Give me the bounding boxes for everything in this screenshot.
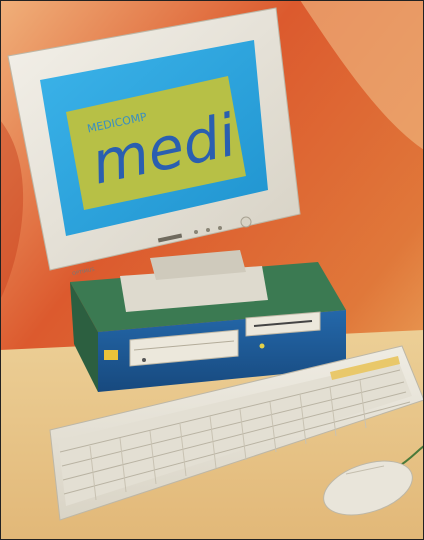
monitor-power-button[interactable]: [240, 216, 252, 228]
monitor-button-1[interactable]: [194, 230, 198, 234]
photo-scene: MEDICOMP medi OPTIMUS: [0, 0, 424, 540]
power-led: [259, 343, 265, 349]
power-badge: [104, 350, 118, 360]
monitor-button-3[interactable]: [218, 226, 222, 230]
cd-eject-button[interactable]: [142, 358, 146, 362]
monitor-button-2[interactable]: [206, 228, 210, 232]
photo-illustration: MEDICOMP medi OPTIMUS: [0, 0, 424, 540]
